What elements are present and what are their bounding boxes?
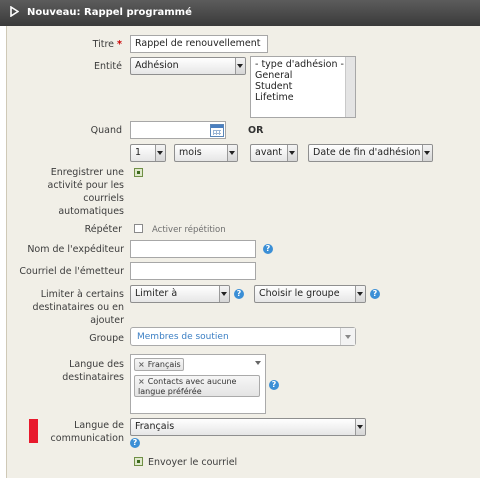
chevron-down-icon [422,145,432,161]
chevron-down-icon [255,361,261,365]
chevron-down-icon [227,145,237,161]
expediteur-input[interactable] [130,240,256,258]
help-icon[interactable]: ? [130,438,140,448]
chevron-down-icon [355,286,365,302]
groupe-label: Groupe [89,333,124,344]
chevron-down-icon [219,286,229,302]
langue-destinataires-label: Langue des destinataires [62,359,124,383]
chevron-down-icon [235,58,245,74]
langue-communication-select[interactable]: Français [130,418,366,436]
tag-no-language[interactable]: × Contacts avec aucune langue préférée [134,375,260,397]
expediteur-label: Nom de l'expéditeur [27,244,124,255]
chevron-down-icon [340,328,355,345]
quand-unit-select[interactable]: mois [174,144,238,162]
repeter-label: Répéter [84,224,122,235]
or-label: OR [248,125,264,136]
list-option[interactable]: - type d'adhésion - [251,59,355,70]
membership-type-listbox[interactable]: - type d'adhésion - General Student Life… [250,56,356,118]
courriel-emetteur-input[interactable] [130,262,256,280]
repeter-checkbox[interactable] [134,224,143,233]
limiter-label: Limiter à certains destinataires ou en a… [32,289,124,326]
help-icon[interactable]: ? [263,244,273,254]
entite-select[interactable]: Adhésion [130,57,246,75]
required-mark: * [117,39,122,50]
quand-label: Quand [90,125,122,136]
envoyer-checkbox[interactable] [134,457,143,466]
chevron-down-icon [355,419,365,435]
listbox-scrollbar[interactable] [345,57,355,117]
quand-reference-select[interactable]: Date de fin d'adhésion [308,144,433,162]
repeter-checkbox-label: Activer répétition [152,225,226,235]
chevron-down-icon [155,145,165,161]
remove-icon[interactable]: × [138,377,145,386]
list-option[interactable]: General [251,70,355,81]
calendar-icon[interactable] [210,124,224,137]
highlight-marker [29,419,38,443]
list-option[interactable]: Student [251,81,355,92]
langue-communication-label: Langue de communication [50,420,124,444]
chevron-down-icon [287,145,297,161]
dialog-title: Nouveau: Rappel programmé [27,7,192,18]
titre-input[interactable]: Rappel de renouvellement [130,35,268,53]
collapse-triangle-icon[interactable] [10,6,19,17]
help-icon[interactable]: ? [234,289,244,299]
tag-francais[interactable]: × Français [134,358,184,371]
groupe-choice-select[interactable]: Choisir le groupe [254,285,366,303]
limiter-select[interactable]: Limiter à [130,285,230,303]
envoyer-label: Envoyer le courriel [148,457,238,468]
titre-label: Titre * [92,39,122,50]
enregistrer-label: Enregistrer une activité pour les courri… [47,167,124,217]
help-icon[interactable]: ? [370,289,380,299]
groupe-select[interactable]: Membres de soutien [130,327,356,346]
help-icon[interactable]: ? [269,380,279,390]
quand-number-select[interactable]: 1 [130,144,166,162]
enregistrer-checkbox[interactable] [134,168,143,177]
courriel-emetteur-label: Courriel de l'émetteur [19,266,124,277]
dialog-title-bar: Nouveau: Rappel programmé [0,0,480,26]
list-option[interactable]: Lifetime [251,92,355,103]
entite-label: Entité [94,61,122,72]
remove-icon[interactable]: × [138,360,145,369]
quand-direction-select[interactable]: avant [250,144,298,162]
